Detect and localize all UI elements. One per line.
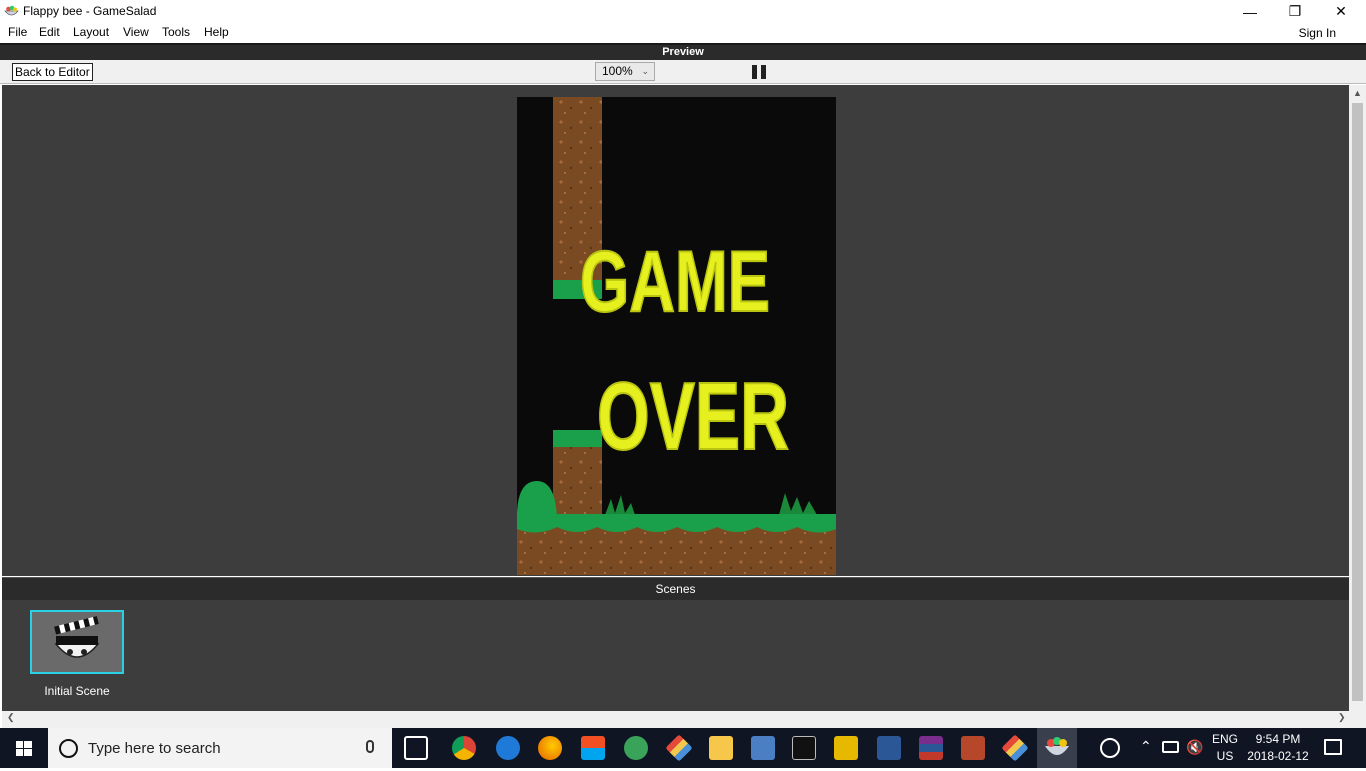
chevron-down-icon: ⌄ <box>641 66 649 76</box>
search-placeholder: Type here to search <box>88 740 221 757</box>
start-button[interactable] <box>0 728 48 768</box>
git-app-icon-2[interactable] <box>1001 734 1029 762</box>
terminal-icon[interactable] <box>792 736 816 760</box>
restore-button[interactable]: ❐ <box>1272 0 1318 23</box>
menu-layout[interactable]: Layout <box>73 25 109 39</box>
windows-logo-icon <box>16 741 32 756</box>
sign-in-link[interactable]: Sign In <box>1299 26 1336 40</box>
archive-app-icon[interactable] <box>834 736 858 760</box>
preview-header: Preview <box>0 43 1366 60</box>
scenes-header: Scenes <box>2 577 1349 600</box>
microphone-icon[interactable] <box>366 740 374 753</box>
game-over-line1: GAME <box>580 234 770 330</box>
menu-help[interactable]: Help <box>204 25 229 39</box>
volume-muted-icon[interactable]: 🔇 <box>1186 739 1203 756</box>
restore-icon: ❐ <box>1288 3 1302 19</box>
menu-edit[interactable]: Edit <box>39 25 60 39</box>
clapperboard-icon <box>54 616 100 658</box>
scroll-left-icon[interactable]: ❮ <box>7 712 15 723</box>
notifications-icon[interactable] <box>1324 739 1342 755</box>
zoom-value: 100% <box>602 64 633 78</box>
minimize-icon: — <box>1243 3 1257 20</box>
file-explorer-icon[interactable] <box>709 736 733 760</box>
firefox-icon[interactable] <box>538 736 562 760</box>
menu-file[interactable]: File <box>8 25 27 39</box>
scroll-right-icon[interactable]: ❯ <box>1338 712 1346 723</box>
zoom-select[interactable]: 100% ⌄ <box>595 62 655 81</box>
scene-label[interactable]: Initial Scene <box>18 684 136 698</box>
winrar-icon[interactable] <box>919 736 943 760</box>
cortana-icon <box>59 739 78 758</box>
game-scene: GAME OVER <box>517 97 836 575</box>
battery-icon[interactable] <box>1162 741 1179 753</box>
title-bar: Flappy bee - GameSalad — ❐ ✕ <box>0 0 1366 23</box>
scenes-panel: Initial Scene <box>2 600 1349 711</box>
gamesalad-app-icon <box>4 5 19 16</box>
access-icon[interactable] <box>961 736 985 760</box>
preview-toolbar: Back to Editor 100% ⌄ <box>0 60 1366 84</box>
horizontal-scrollbar[interactable]: ❮ ❯ <box>2 711 1366 728</box>
scroll-up-icon[interactable]: ▲ <box>1353 88 1362 98</box>
window-title: Flappy bee - GameSalad <box>23 4 157 18</box>
ground <box>517 527 836 575</box>
clock-time[interactable]: 9:54 PM <box>1246 732 1310 746</box>
vertical-scrollbar[interactable]: ▲ <box>1349 85 1366 711</box>
back-to-editor-button[interactable]: Back to Editor <box>12 63 93 81</box>
language-bottom[interactable]: US <box>1210 749 1240 763</box>
scene-thumbnail[interactable] <box>30 610 124 674</box>
chevron-up-icon[interactable]: ⌃ <box>1140 738 1152 755</box>
pause-button[interactable] <box>752 65 767 79</box>
people-icon[interactable] <box>1100 738 1120 758</box>
remote-app-icon[interactable] <box>751 736 775 760</box>
bush <box>517 481 557 517</box>
git-app-icon[interactable] <box>665 734 693 762</box>
word-icon[interactable] <box>877 736 901 760</box>
taskbar-search[interactable]: Type here to search <box>48 728 392 768</box>
scroll-thumb[interactable] <box>1352 103 1363 701</box>
minimize-button[interactable]: — <box>1227 0 1273 23</box>
game-over-line2: OVER <box>597 363 789 470</box>
chrome-icon[interactable] <box>452 736 476 760</box>
grass-tuft <box>779 493 817 515</box>
pause-icon <box>752 65 757 79</box>
edge-icon[interactable] <box>496 736 520 760</box>
store-icon[interactable] <box>581 736 605 760</box>
network-app-icon[interactable] <box>624 736 648 760</box>
clock-date[interactable]: 2018-02-12 <box>1246 749 1310 763</box>
grass-tuft <box>605 495 635 515</box>
menu-tools[interactable]: Tools <box>162 25 190 39</box>
task-view-icon[interactable] <box>404 736 428 760</box>
close-icon: ✕ <box>1335 3 1347 19</box>
close-button[interactable]: ✕ <box>1318 0 1364 23</box>
menu-view[interactable]: View <box>123 25 149 39</box>
game-canvas[interactable]: GAME OVER <box>517 97 836 575</box>
taskbar: Type here to search ⌃ 🔇 ENG US 9:54 PM 2… <box>0 728 1366 768</box>
language-top[interactable]: ENG <box>1210 732 1240 746</box>
menu-bar: File Edit Layout View Tools Help Sign In <box>0 23 1366 43</box>
gamesalad-icon <box>1045 737 1069 755</box>
gamesalad-taskbar-button[interactable] <box>1037 728 1077 768</box>
